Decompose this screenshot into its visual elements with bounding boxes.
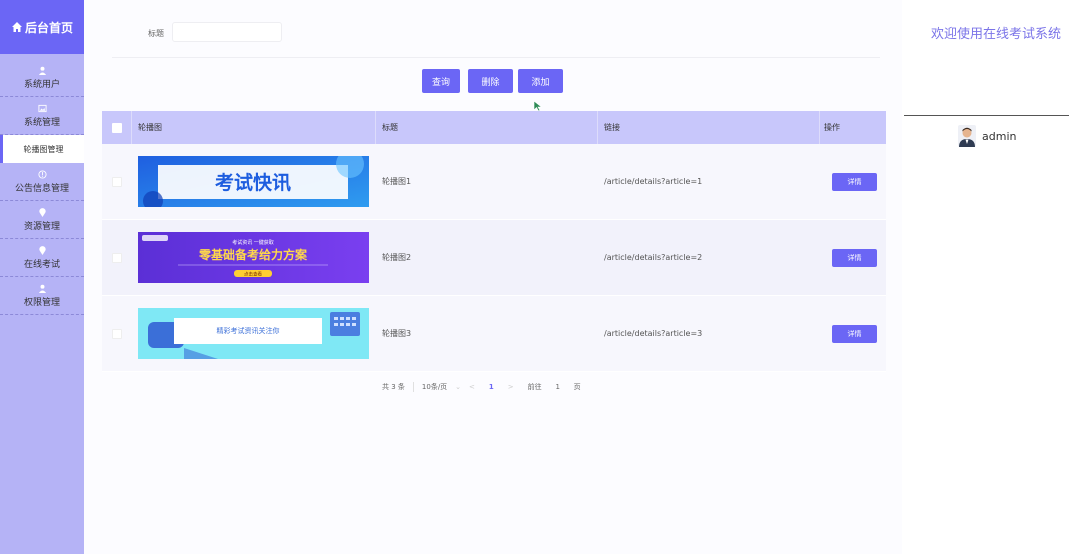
- banner-cell: 考试资讯 一键获取 零基础备考给力方案 点击查看: [132, 220, 376, 295]
- user-info[interactable]: admin: [958, 125, 1016, 147]
- right-panel: 欢迎使用在线考试系统 admin: [902, 0, 1069, 554]
- prev-page-button[interactable]: <: [469, 383, 475, 391]
- welcome-title: 欢迎使用在线考试系统: [930, 27, 1061, 42]
- username: admin: [982, 129, 1017, 143]
- page-unit-label: 页: [573, 383, 581, 391]
- column-header-banner: 轮播图: [132, 111, 376, 144]
- sidebar-item-label: 公告信息管理: [14, 183, 69, 194]
- banner-button-text: 点击查看: [244, 271, 262, 278]
- banner-subtitle: 考试资讯 一键获取: [232, 239, 274, 246]
- action-cell: 详情: [820, 220, 886, 295]
- table-row: 考试资讯 一键获取 零基础备考给力方案 点击查看 轮播图2 /article/d…: [102, 220, 886, 296]
- banner-cell: 考试快讯: [132, 144, 376, 219]
- carousel-banner-image: 考试快讯: [138, 156, 369, 207]
- page-size-select[interactable]: 10条/页: [422, 382, 447, 392]
- link-cell: /article/details?article=2: [604, 253, 703, 262]
- detail-button[interactable]: 详情: [832, 324, 877, 343]
- title-cell: 轮播图2: [382, 253, 412, 262]
- sidebar: 后台首页 系统用户 系统管理 轮播图管理 公告信息管理 资源管理 在线考试 权限…: [0, 0, 84, 554]
- divider: [904, 115, 1069, 116]
- table-row: 精彩考试资讯关注你 轮播图3 /article/details?article=…: [102, 296, 886, 372]
- search-title-label: 标题: [148, 29, 164, 38]
- goto-page-input[interactable]: 1: [550, 383, 566, 391]
- title-cell: 轮播图1: [382, 177, 412, 186]
- sidebar-item-label: 系统管理: [23, 117, 60, 128]
- banner-text: 精彩考试资讯关注你: [217, 326, 280, 335]
- detail-button[interactable]: 详情: [832, 248, 877, 267]
- row-checkbox-cell: [102, 296, 132, 371]
- banner-cell: 精彩考试资讯关注你: [132, 296, 376, 371]
- sidebar-home[interactable]: 后台首页: [0, 0, 84, 54]
- link-cell: /article/details?article=1: [604, 177, 703, 186]
- sidebar-item-label: 在线考试: [23, 259, 60, 270]
- user-icon: [38, 284, 46, 293]
- sidebar-title: 后台首页: [24, 20, 73, 35]
- avatar: [958, 125, 976, 147]
- column-header-link: 链接: [598, 111, 820, 144]
- sidebar-item-label: 资源管理: [23, 221, 60, 232]
- location-icon: [38, 207, 46, 217]
- add-button[interactable]: 添加: [518, 69, 563, 93]
- select-all-checkbox[interactable]: [111, 122, 122, 133]
- table-row: 考试快讯 轮播图1 /article/details?article=1 详情: [102, 144, 886, 220]
- carousel-banner-image: 精彩考试资讯关注你: [138, 308, 369, 359]
- chevron-down-icon: ⌄: [455, 383, 462, 391]
- carousel-banner-image: 考试资讯 一键获取 零基础备考给力方案 点击查看: [138, 232, 369, 283]
- user-icon: [38, 66, 46, 75]
- image-icon: [37, 104, 47, 112]
- row-checkbox[interactable]: [112, 176, 122, 187]
- sidebar-item-resource-management[interactable]: 资源管理: [0, 201, 84, 239]
- next-page-button[interactable]: >: [508, 383, 514, 391]
- row-checkbox-cell: [102, 144, 132, 219]
- detail-button[interactable]: 详情: [832, 172, 877, 191]
- row-checkbox[interactable]: [112, 252, 122, 263]
- table-header: 轮播图 标题 链接 操作: [102, 111, 886, 144]
- sidebar-item-notice-management[interactable]: 公告信息管理: [0, 163, 84, 201]
- action-cell: 详情: [820, 296, 886, 371]
- divider: [112, 57, 880, 58]
- sidebar-item-system-users[interactable]: 系统用户: [0, 59, 84, 97]
- banner-text: 考试快讯: [215, 171, 291, 194]
- sidebar-item-permission-management[interactable]: 权限管理: [0, 277, 84, 315]
- sidebar-item-online-exam[interactable]: 在线考试: [0, 239, 84, 277]
- column-header-title: 标题: [376, 111, 598, 144]
- row-checkbox-cell: [102, 220, 132, 295]
- info-icon: [37, 169, 47, 179]
- header-checkbox-cell: [102, 111, 132, 144]
- sidebar-item-label: 系统用户: [23, 79, 60, 90]
- divider: [412, 382, 414, 392]
- main-content: 标题 查询 删除 添加 轮播图 标题 链接 操作 考试快讯 轮播图1 /arti…: [84, 0, 902, 554]
- sidebar-item-carousel-management[interactable]: 轮播图管理: [0, 135, 84, 163]
- search-title-input[interactable]: [172, 22, 282, 42]
- pagination: 共 3 条 10条/页 ⌄ < 1 > 前往 1 页: [382, 382, 589, 392]
- pagination-total: 共 3 条: [382, 383, 405, 391]
- title-cell: 轮播图3: [382, 329, 412, 338]
- delete-button[interactable]: 删除: [468, 69, 513, 93]
- goto-label: 前往: [527, 383, 542, 391]
- banner-text: 零基础备考给力方案: [198, 247, 308, 262]
- location-icon: [38, 245, 46, 255]
- carousel-table: 轮播图 标题 链接 操作 考试快讯 轮播图1 /article/details?…: [102, 111, 886, 372]
- home-icon: [11, 22, 22, 32]
- sidebar-item-label: 权限管理: [23, 297, 60, 308]
- row-checkbox[interactable]: [112, 328, 122, 339]
- column-header-action: 操作: [824, 123, 840, 132]
- action-cell: 详情: [820, 144, 886, 219]
- query-button[interactable]: 查询: [422, 69, 460, 93]
- page-number-current[interactable]: 1: [489, 383, 494, 391]
- link-cell: /article/details?article=3: [604, 329, 703, 338]
- sidebar-item-label: 轮播图管理: [23, 144, 64, 154]
- sidebar-item-system-management[interactable]: 系统管理: [0, 97, 84, 135]
